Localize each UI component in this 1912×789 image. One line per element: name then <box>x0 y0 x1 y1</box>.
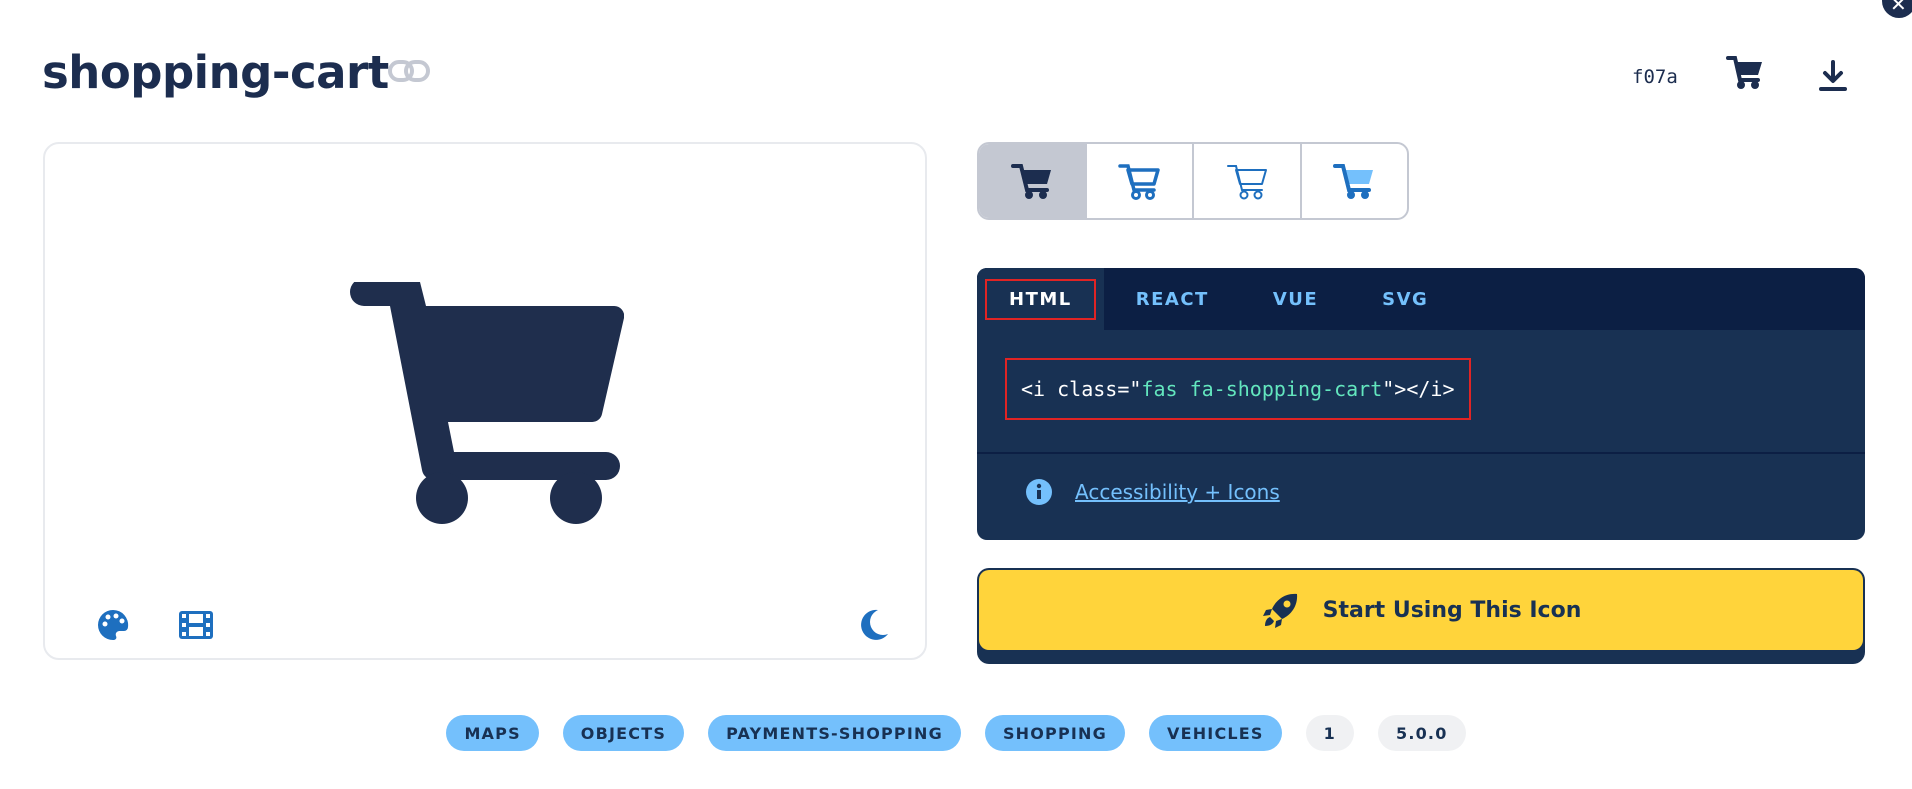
cart-duotone-icon <box>1333 164 1374 199</box>
rocket-icon <box>1262 593 1297 628</box>
style-tab-duotone[interactable] <box>1302 144 1408 218</box>
palette-icon[interactable] <box>96 608 130 646</box>
accessibility-link[interactable]: Accessibility + Icons <box>1075 480 1280 504</box>
tag-version: 5.0.0 <box>1377 715 1466 751</box>
code-snippet[interactable]: <i class="fas fa-shopping-cart"></i> <box>1005 358 1471 420</box>
cart-light-icon <box>1226 165 1267 200</box>
style-tab-regular[interactable] <box>1087 144 1194 218</box>
tag-list: MAPS OBJECTS PAYMENTS-SHOPPING SHOPPING … <box>0 715 1912 751</box>
icon-style-selector <box>977 142 1409 220</box>
code-tabs: HTML REACT VUE SVG <box>977 268 1865 330</box>
tag-objects[interactable]: OBJECTS <box>562 715 685 751</box>
cart-regular-icon <box>1118 164 1160 200</box>
start-using-button[interactable]: Start Using This Icon <box>977 568 1865 664</box>
tag-shopping[interactable]: SHOPPING <box>984 715 1125 751</box>
download-icon[interactable] <box>1818 60 1848 96</box>
tab-svg[interactable]: SVG <box>1350 268 1460 330</box>
tab-react[interactable]: REACT <box>1104 268 1241 330</box>
style-tab-light[interactable] <box>1194 144 1302 218</box>
shopping-cart-icon[interactable] <box>1726 56 1764 94</box>
tag-count: 1 <box>1305 715 1354 751</box>
moon-icon[interactable] <box>858 608 890 646</box>
tag-maps[interactable]: MAPS <box>446 715 539 751</box>
info-icon <box>1026 479 1052 505</box>
tab-vue[interactable]: VUE <box>1241 268 1350 330</box>
tab-html[interactable]: HTML <box>977 268 1104 330</box>
start-using-label: Start Using This Icon <box>1322 597 1582 623</box>
code-panel: HTML REACT VUE SVG <i class="fas fa-shop… <box>977 268 1865 540</box>
cart-solid-icon <box>1010 164 1051 199</box>
link-icon[interactable] <box>388 58 430 88</box>
film-icon[interactable] <box>178 610 214 644</box>
divider <box>977 452 1865 454</box>
tag-vehicles[interactable]: VEHICLES <box>1148 715 1282 751</box>
tag-payments-shopping[interactable]: PAYMENTS-SHOPPING <box>708 715 961 751</box>
info-row: Accessibility + Icons <box>1025 478 1280 506</box>
unicode-value[interactable]: f07a <box>1632 66 1678 88</box>
shopping-cart-preview-icon <box>350 278 625 530</box>
icon-title: shopping-cart <box>42 46 389 99</box>
style-tab-solid[interactable] <box>979 144 1087 218</box>
close-button[interactable]: ✕ <box>1882 0 1912 18</box>
